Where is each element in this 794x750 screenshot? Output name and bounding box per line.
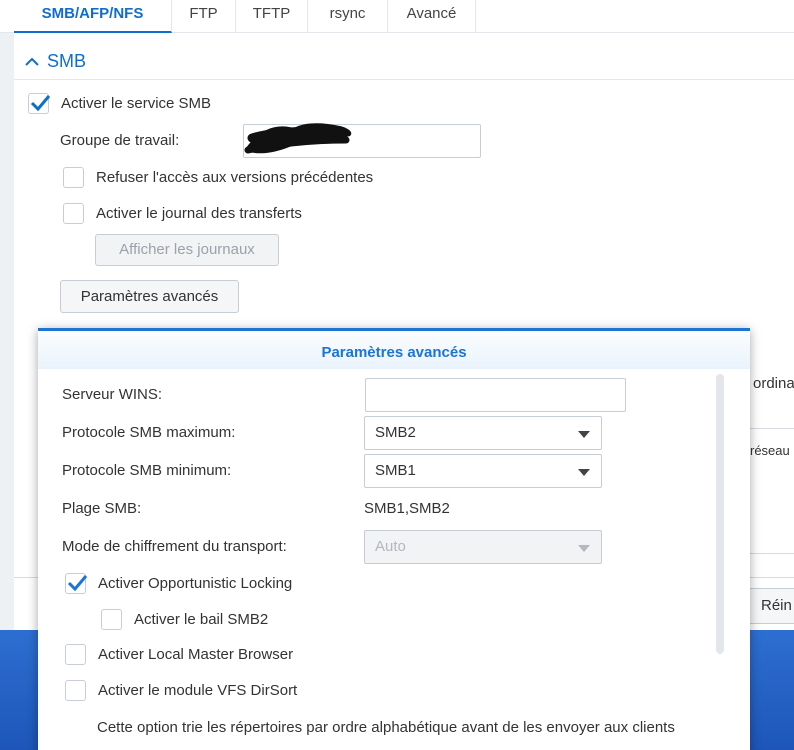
reset-button[interactable]: Réin [748, 588, 794, 624]
checkmark-icon [30, 95, 51, 112]
dropdown-arrow-icon [578, 469, 590, 476]
tab-tftp[interactable]: TFTP [236, 0, 308, 33]
local-master-browser-label: Activer Local Master Browser [98, 646, 294, 663]
smb-range-label: Plage SMB: [62, 500, 142, 517]
dropdown-arrow-icon [578, 431, 590, 438]
tab-bar: SMB/AFP/NFS FTP TFTP rsync Avancé [0, 0, 794, 33]
advanced-settings-dialog: Paramètres avancés Serveur WINS: Protoco… [38, 328, 750, 750]
smb2-lease-label: Activer le bail SMB2 [134, 611, 269, 628]
deny-previous-versions-checkbox[interactable] [63, 167, 84, 188]
background-text-fragment: ordina [753, 375, 794, 392]
max-protocol-select[interactable]: SMB2 [364, 416, 602, 450]
advanced-settings-button[interactable]: Paramètres avancés [60, 280, 239, 313]
window-left-margin [0, 33, 14, 630]
tab-ftp[interactable]: FTP [172, 0, 236, 33]
smb-section-title: SMB [47, 51, 87, 71]
vfs-dirsort-label: Activer le module VFS DirSort [98, 682, 298, 699]
smb-section-header[interactable]: SMB [25, 51, 86, 72]
transfer-log-checkbox[interactable] [63, 203, 84, 224]
vfs-dirsort-checkbox[interactable] [65, 680, 86, 701]
dropdown-arrow-icon [578, 545, 590, 552]
local-master-browser-checkbox[interactable] [65, 644, 86, 665]
min-protocol-select[interactable]: SMB1 [364, 454, 602, 488]
smb-range-value: SMB1,SMB2 [364, 500, 450, 517]
enable-smb-label: Activer le service SMB [61, 95, 212, 112]
min-protocol-label: Protocole SMB minimum: [62, 462, 232, 479]
tab-advanced[interactable]: Avancé [388, 0, 476, 33]
max-protocol-value: SMB2 [375, 424, 416, 441]
tab-smb-afp-nfs[interactable]: SMB/AFP/NFS [14, 0, 172, 33]
wins-label: Serveur WINS: [62, 386, 163, 403]
smb2-lease-checkbox[interactable] [101, 609, 122, 630]
transport-encryption-label: Mode de chiffrement du transport: [62, 538, 287, 555]
wins-input[interactable] [365, 378, 626, 412]
vfs-dirsort-description: Cette option trie les répertoires par or… [97, 719, 675, 736]
section-divider [14, 79, 794, 80]
min-protocol-value: SMB1 [375, 462, 416, 479]
redaction-scribble [244, 123, 352, 154]
transport-encryption-value: Auto [375, 538, 406, 555]
oplocks-label: Activer Opportunistic Locking [98, 575, 293, 592]
dialog-scrollbar[interactable] [716, 374, 724, 654]
max-protocol-label: Protocole SMB maximum: [62, 424, 236, 441]
show-logs-button[interactable]: Afficher les journaux [95, 234, 279, 266]
deny-previous-versions-label: Refuser l'accès aux versions précédentes [96, 169, 374, 186]
chevron-up-icon [25, 54, 39, 70]
transport-encryption-select[interactable]: Auto [364, 530, 602, 564]
background-text-fragment-2: réseau [750, 443, 790, 458]
transfer-log-label: Activer le journal des transferts [96, 205, 302, 222]
dialog-title: Paramètres avancés [38, 331, 750, 369]
checkmark-icon [67, 575, 88, 592]
workgroup-label: Groupe de travail: [60, 132, 180, 149]
tab-rsync[interactable]: rsync [308, 0, 388, 33]
